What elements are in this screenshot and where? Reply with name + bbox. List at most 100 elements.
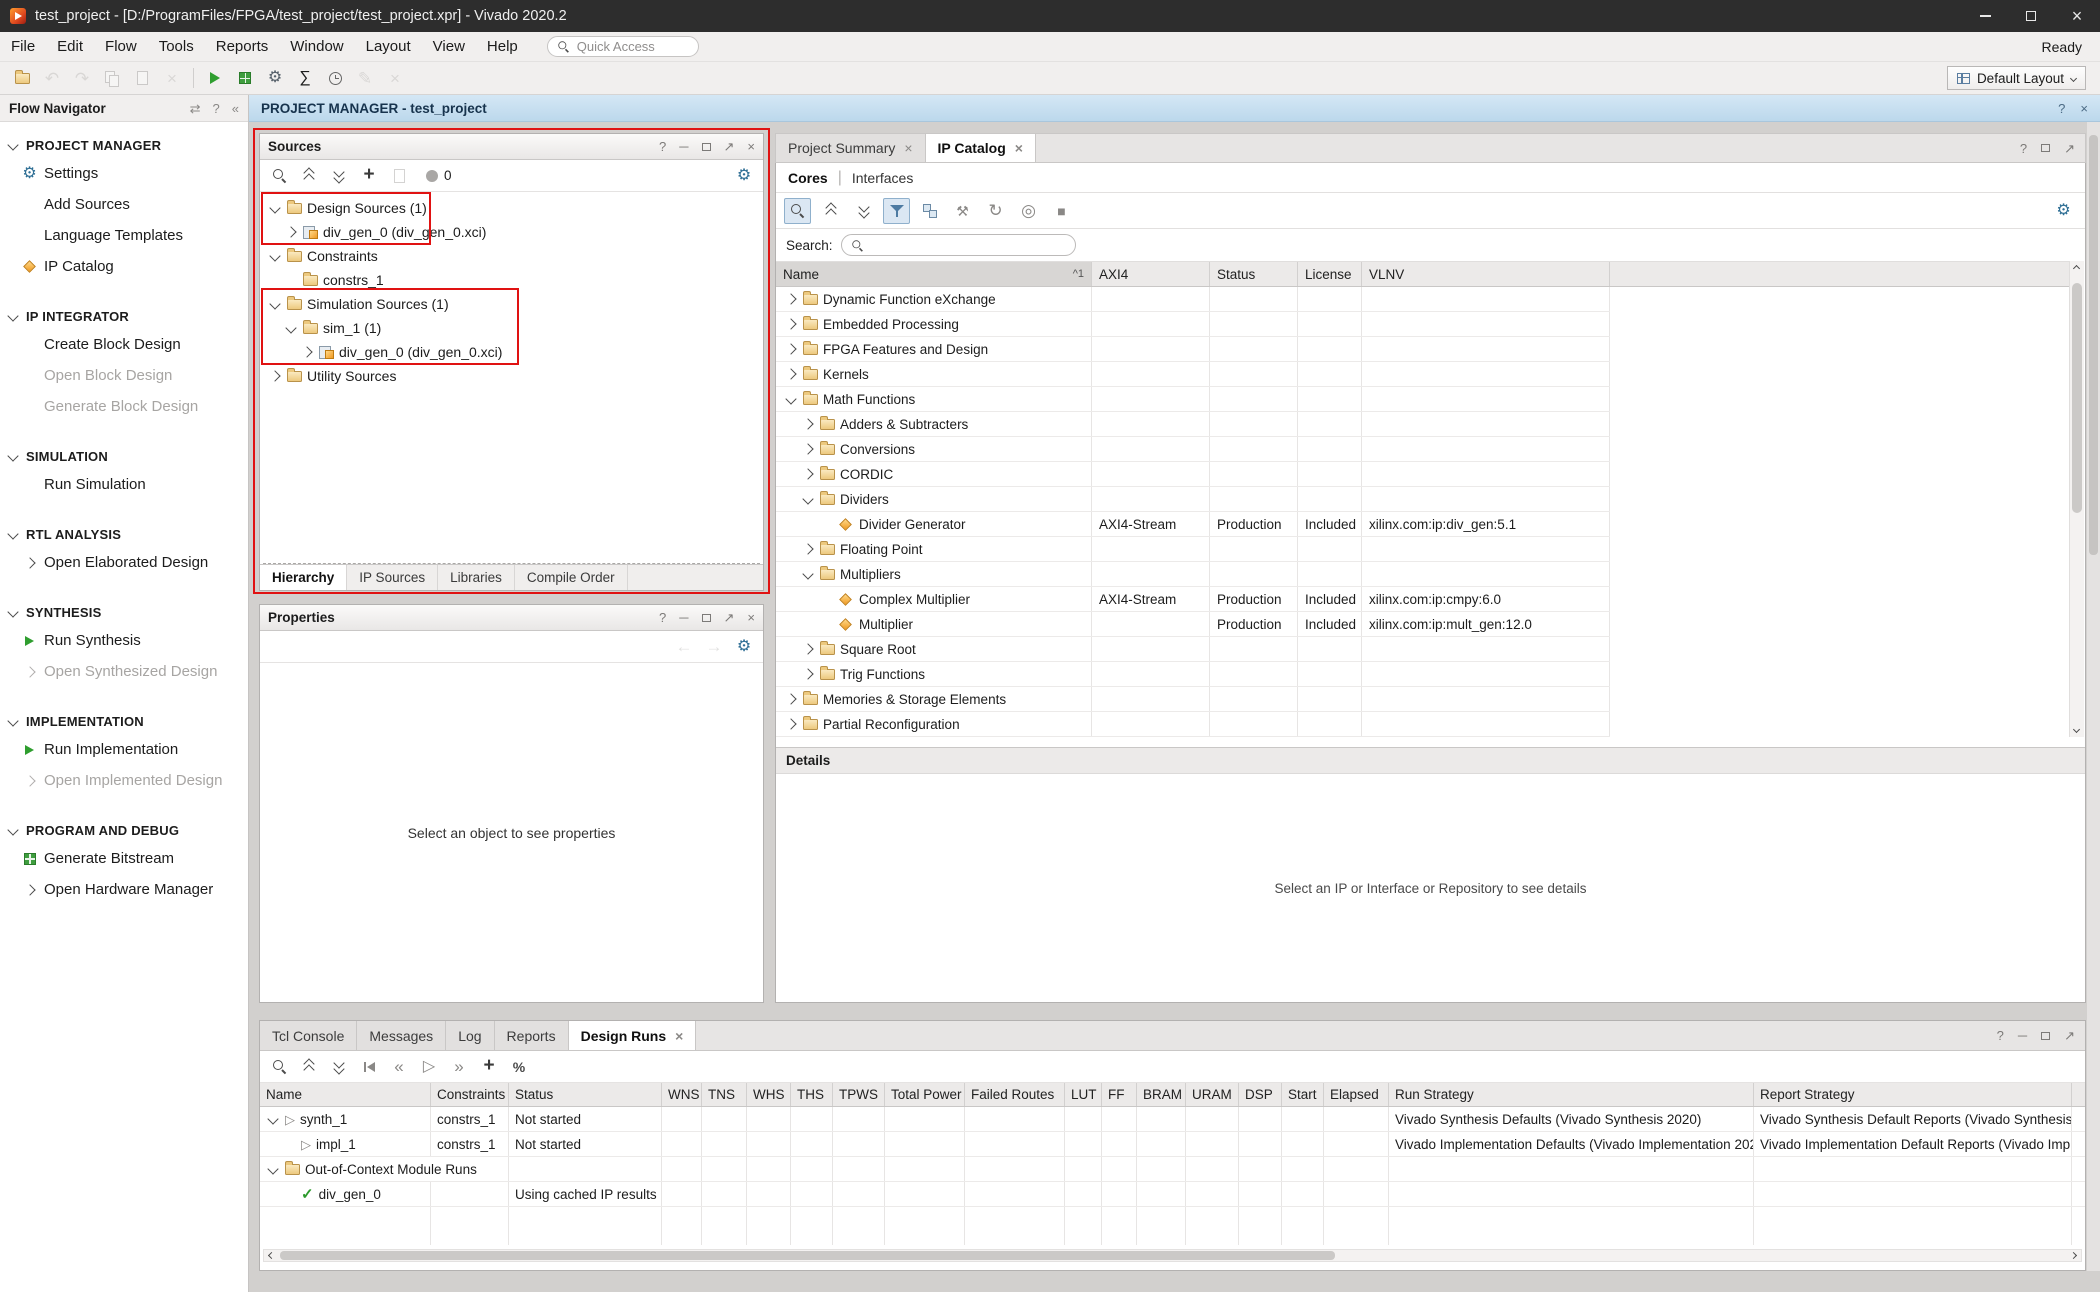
- flownav-section-header-program-and-debug[interactable]: PROGRAM AND DEBUG: [0, 817, 248, 843]
- tab-ip-catalog[interactable]: IP Catalog×: [926, 134, 1036, 162]
- float-icon[interactable]: [702, 143, 711, 151]
- column-header-failed-routes[interactable]: Failed Routes: [965, 1083, 1065, 1106]
- flownav-item-open-synthesized-design[interactable]: Open Synthesized Design: [0, 656, 248, 687]
- edit-properties-button[interactable]: [386, 164, 412, 188]
- column-header-status[interactable]: Status: [509, 1083, 662, 1106]
- column-header-tns[interactable]: TNS: [702, 1083, 747, 1106]
- ip-row-cordic[interactable]: CORDIC: [776, 462, 1610, 487]
- close-tab-icon[interactable]: ×: [675, 1029, 683, 1043]
- ip-row-square-root[interactable]: Square Root: [776, 637, 1610, 662]
- quick-access-search[interactable]: Quick Access: [547, 36, 699, 57]
- flownav-item-run-implementation[interactable]: Run Implementation: [0, 734, 248, 765]
- flownav-item-generate-bitstream[interactable]: Generate Bitstream: [0, 843, 248, 874]
- help-icon[interactable]: ?: [659, 611, 666, 624]
- flownav-section-header-synthesis[interactable]: SYNTHESIS: [0, 599, 248, 625]
- menu-layout[interactable]: Layout: [355, 32, 422, 61]
- ip-row-divider-generator[interactable]: Divider GeneratorAXI4-StreamProductionIn…: [776, 512, 1610, 537]
- scroll-left-icon[interactable]: [268, 1252, 275, 1259]
- source-tree-item-design-sources[interactable]: Design Sources (1): [260, 196, 763, 220]
- run-row-impl-1[interactable]: ▷impl_1constrs_1Not startedVivado Implem…: [260, 1132, 2085, 1157]
- expander[interactable]: [784, 395, 798, 403]
- expand-all-button[interactable]: [326, 1055, 352, 1079]
- source-tree-item-constrs-1[interactable]: constrs_1: [260, 268, 763, 292]
- ip-row-fpga-features-and-design[interactable]: FPGA Features and Design: [776, 337, 1610, 362]
- run-button[interactable]: [201, 65, 229, 91]
- source-tree-item-constraints[interactable]: Constraints: [260, 244, 763, 268]
- expander[interactable]: [801, 495, 815, 503]
- flownav-item-generate-block-design[interactable]: Generate Block Design: [0, 391, 248, 422]
- tab-messages[interactable]: Messages: [357, 1021, 446, 1050]
- scroll-right-icon[interactable]: [2070, 1252, 2077, 1259]
- scroll-up-icon[interactable]: [2073, 265, 2080, 272]
- ip-row-memories-storage-elements[interactable]: Memories & Storage Elements: [776, 687, 1610, 712]
- float-icon[interactable]: [2041, 144, 2050, 152]
- refresh-button[interactable]: ↻: [982, 198, 1009, 224]
- add-sources-button[interactable]: +: [356, 164, 382, 188]
- column-header-axi4[interactable]: AXI4: [1092, 262, 1210, 286]
- minimize-icon[interactable]: ─: [2018, 1029, 2027, 1042]
- back-button[interactable]: ←: [671, 635, 697, 659]
- close-icon[interactable]: ×: [747, 611, 755, 624]
- scroll-down-icon[interactable]: [2073, 726, 2080, 733]
- close-icon[interactable]: ×: [747, 140, 755, 153]
- flownav-section-header-ip-integrator[interactable]: IP INTEGRATOR: [0, 303, 248, 329]
- expander[interactable]: [801, 470, 815, 478]
- sources-tab-compile-order[interactable]: Compile Order: [515, 565, 628, 590]
- column-header-start[interactable]: Start: [1282, 1083, 1324, 1106]
- expander[interactable]: [784, 295, 798, 303]
- source-tree-item-div-gen-0[interactable]: div_gen_0 (div_gen_0.xci): [260, 340, 763, 364]
- menu-edit[interactable]: Edit: [46, 32, 94, 61]
- source-tree-item-sim-1[interactable]: sim_1 (1): [260, 316, 763, 340]
- column-header-report-strategy[interactable]: Report Strategy: [1754, 1083, 2072, 1106]
- expander[interactable]: [784, 720, 798, 728]
- undo-button[interactable]: ↶: [38, 65, 66, 91]
- menu-view[interactable]: View: [422, 32, 476, 61]
- flownav-item-run-simulation[interactable]: Run Simulation: [0, 469, 248, 500]
- search-button[interactable]: [266, 164, 292, 188]
- redo-button[interactable]: ↷: [68, 65, 96, 91]
- expander[interactable]: [801, 670, 815, 678]
- column-header-dsp[interactable]: DSP: [1239, 1083, 1282, 1106]
- expander[interactable]: [266, 1165, 280, 1173]
- close-icon[interactable]: ×: [2080, 101, 2088, 116]
- cancel-button[interactable]: ×: [381, 65, 409, 91]
- column-header-ff[interactable]: FF: [1102, 1083, 1137, 1106]
- expand-all-button[interactable]: [326, 164, 352, 188]
- help-icon[interactable]: ?: [659, 140, 666, 153]
- source-tree-item-utility-sources[interactable]: Utility Sources: [260, 364, 763, 388]
- skip-forward-button[interactable]: »: [446, 1055, 472, 1079]
- run-row-synth-1[interactable]: ▷synth_1constrs_1Not startedVivado Synth…: [260, 1107, 2085, 1132]
- tab-design-runs[interactable]: Design Runs×: [569, 1021, 697, 1050]
- sources-tab-hierarchy[interactable]: Hierarchy: [260, 565, 347, 590]
- column-header-name[interactable]: Name^1: [776, 262, 1092, 286]
- ip-row-floating-point[interactable]: Floating Point: [776, 537, 1610, 562]
- ip-scrollbar[interactable]: [2069, 261, 2084, 737]
- tab-project-summary[interactable]: Project Summary×: [776, 134, 926, 162]
- external-icon[interactable]: ↗: [2064, 1029, 2075, 1042]
- menu-window[interactable]: Window: [279, 32, 354, 61]
- column-header-lut[interactable]: LUT: [1065, 1083, 1102, 1106]
- expander[interactable]: [784, 320, 798, 328]
- column-header-name[interactable]: Name: [260, 1083, 431, 1106]
- column-header-tpws[interactable]: TPWS: [833, 1083, 885, 1106]
- paste-button[interactable]: [128, 65, 156, 91]
- help-icon[interactable]: ?: [213, 102, 220, 115]
- flownav-section-header-rtl-analysis[interactable]: RTL ANALYSIS: [0, 521, 248, 547]
- ip-row-math-functions[interactable]: Math Functions: [776, 387, 1610, 412]
- expander[interactable]: [801, 445, 815, 453]
- open-project-button[interactable]: [8, 65, 36, 91]
- expander[interactable]: [784, 370, 798, 378]
- flownav-section-header-project-manager[interactable]: PROJECT MANAGER: [0, 132, 248, 158]
- column-header-status[interactable]: Status: [1210, 262, 1298, 286]
- close-tab-icon[interactable]: ×: [1015, 141, 1023, 155]
- settings-gear-button[interactable]: ⚙: [731, 635, 757, 659]
- ip-row-trig-functions[interactable]: Trig Functions: [776, 662, 1610, 687]
- flownav-section-header-simulation[interactable]: SIMULATION: [0, 443, 248, 469]
- search-toggle-button[interactable]: [784, 198, 811, 224]
- settings-button[interactable]: ⚙: [261, 65, 289, 91]
- scrollbar-thumb[interactable]: [2089, 135, 2098, 555]
- expander[interactable]: [268, 372, 282, 380]
- menu-flow[interactable]: Flow: [94, 32, 148, 61]
- expander[interactable]: [801, 420, 815, 428]
- close-button[interactable]: ×: [2054, 0, 2100, 32]
